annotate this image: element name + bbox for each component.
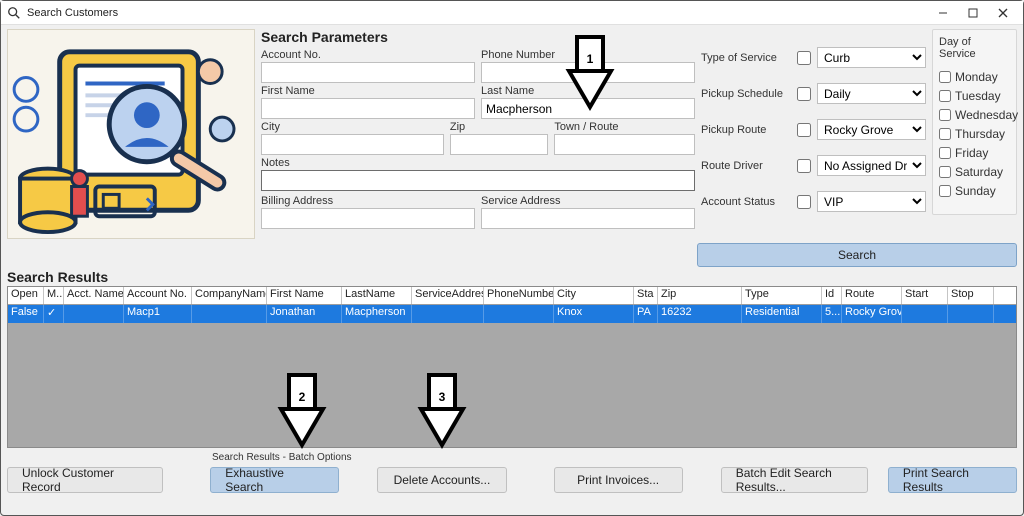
search-parameters-heading: Search Parameters [261, 29, 695, 45]
label-service: Service Address [481, 194, 695, 208]
cell: 16232 [658, 305, 742, 323]
pickup-schedule-select[interactable]: Daily [817, 83, 926, 104]
label-day-of-service: Day of Service [939, 36, 1010, 60]
search-results-heading: Search Results [1, 267, 1023, 286]
table-row[interactable]: False✓ Macp1 JonathanMacpherson KnoxPA16232… [8, 305, 1016, 323]
cell: ✓ [44, 305, 64, 323]
col-open[interactable]: Open [8, 287, 44, 304]
last-name-input[interactable] [481, 98, 695, 119]
cell: Rocky Grove [842, 305, 902, 323]
label-route-driver: Route Driver [701, 160, 791, 172]
route-driver-select[interactable]: No Assigned Driver [817, 155, 926, 176]
route-driver-checkbox[interactable] [797, 159, 811, 173]
label-phone: Phone Number [481, 48, 695, 62]
label-account-no: Account No. [261, 48, 475, 62]
search-icon [7, 6, 21, 20]
exhaustive-search-button[interactable]: Exhaustive Search [210, 467, 339, 493]
label-last-name: Last Name [481, 84, 695, 98]
label-type-of-service: Type of Service [701, 52, 791, 64]
grid-header: OpenM..Acct. NameAccount No.CompanyNameF… [8, 287, 1016, 305]
pickup-schedule-checkbox[interactable] [797, 87, 811, 101]
col-sta[interactable]: Sta [634, 287, 658, 304]
maximize-button[interactable] [959, 3, 987, 23]
col-serviceaddress[interactable]: ServiceAddress [412, 287, 484, 304]
label-billing: Billing Address [261, 194, 475, 208]
day-thursday[interactable]: Thursday [939, 127, 1010, 141]
col-acct-name[interactable]: Acct. Name [64, 287, 124, 304]
day-of-service-panel: Day of Service Monday Tuesday Wednesday … [932, 29, 1017, 215]
col-type[interactable]: Type [742, 287, 822, 304]
label-pickup-schedule: Pickup Schedule [701, 88, 791, 100]
col-account-no-[interactable]: Account No. [124, 287, 192, 304]
day-monday[interactable]: Monday [939, 70, 1010, 84]
notes-input[interactable] [261, 170, 695, 191]
zip-input[interactable] [450, 134, 548, 155]
batch-options-label: Search Results - Batch Options [212, 452, 1017, 463]
search-button[interactable]: Search [697, 243, 1017, 267]
col-lastname[interactable]: LastName [342, 287, 412, 304]
cell: Jonathan [267, 305, 342, 323]
unlock-customer-button[interactable]: Unlock Customer Record [7, 467, 163, 493]
cell [192, 305, 267, 323]
batch-edit-button[interactable]: Batch Edit Search Results... [721, 467, 868, 493]
col-zip[interactable]: Zip [658, 287, 742, 304]
cell [484, 305, 554, 323]
delete-accounts-button[interactable]: Delete Accounts... [377, 467, 506, 493]
label-account-status: Account Status [701, 196, 791, 208]
col-start[interactable]: Start [902, 287, 948, 304]
city-input[interactable] [261, 134, 444, 155]
day-saturday[interactable]: Saturday [939, 165, 1010, 179]
cell [64, 305, 124, 323]
label-town-route: Town / Route [554, 120, 695, 134]
day-sunday[interactable]: Sunday [939, 184, 1010, 198]
account-no-input[interactable] [261, 62, 475, 83]
label-pickup-route: Pickup Route [701, 124, 791, 136]
results-grid[interactable]: OpenM..Acct. NameAccount No.CompanyNameF… [7, 286, 1017, 448]
print-search-results-button[interactable]: Print Search Results [888, 467, 1017, 493]
col-m-[interactable]: M.. [44, 287, 64, 304]
col-id[interactable]: Id [822, 287, 842, 304]
window-title: Search Customers [27, 7, 118, 19]
label-city: City [261, 120, 444, 134]
cell: PA [634, 305, 658, 323]
titlebar: Search Customers [1, 1, 1023, 25]
cell [948, 305, 994, 323]
cell: Knox [554, 305, 634, 323]
day-friday[interactable]: Friday [939, 146, 1010, 160]
day-wednesday[interactable]: Wednesday [939, 108, 1010, 122]
col-phonenumber[interactable]: PhoneNumber [484, 287, 554, 304]
billing-input[interactable] [261, 208, 475, 229]
minimize-button[interactable] [929, 3, 957, 23]
type-of-service-select[interactable]: Curb [817, 47, 926, 68]
cell: 5... [822, 305, 842, 323]
col-city[interactable]: City [554, 287, 634, 304]
town-route-input[interactable] [554, 134, 695, 155]
phone-input[interactable] [481, 62, 695, 83]
cell: Residential [742, 305, 822, 323]
pickup-route-select[interactable]: Rocky Grove [817, 119, 926, 140]
first-name-input[interactable] [261, 98, 475, 119]
col-first-name[interactable]: First Name [267, 287, 342, 304]
print-invoices-button[interactable]: Print Invoices... [554, 467, 683, 493]
cell [902, 305, 948, 323]
type-of-service-checkbox[interactable] [797, 51, 811, 65]
illustration [7, 29, 255, 239]
cell [412, 305, 484, 323]
col-stop[interactable]: Stop [948, 287, 994, 304]
account-status-checkbox[interactable] [797, 195, 811, 209]
pickup-route-checkbox[interactable] [797, 123, 811, 137]
col-route[interactable]: Route [842, 287, 902, 304]
cell: Macp1 [124, 305, 192, 323]
col-companyname[interactable]: CompanyName [192, 287, 267, 304]
day-tuesday[interactable]: Tuesday [939, 89, 1010, 103]
label-first-name: First Name [261, 84, 475, 98]
close-button[interactable] [989, 3, 1017, 23]
account-status-select[interactable]: VIP [817, 191, 926, 212]
service-input[interactable] [481, 208, 695, 229]
cell: Macpherson [342, 305, 412, 323]
label-notes: Notes [261, 156, 695, 170]
label-zip: Zip [450, 120, 548, 134]
cell: False [8, 305, 44, 323]
